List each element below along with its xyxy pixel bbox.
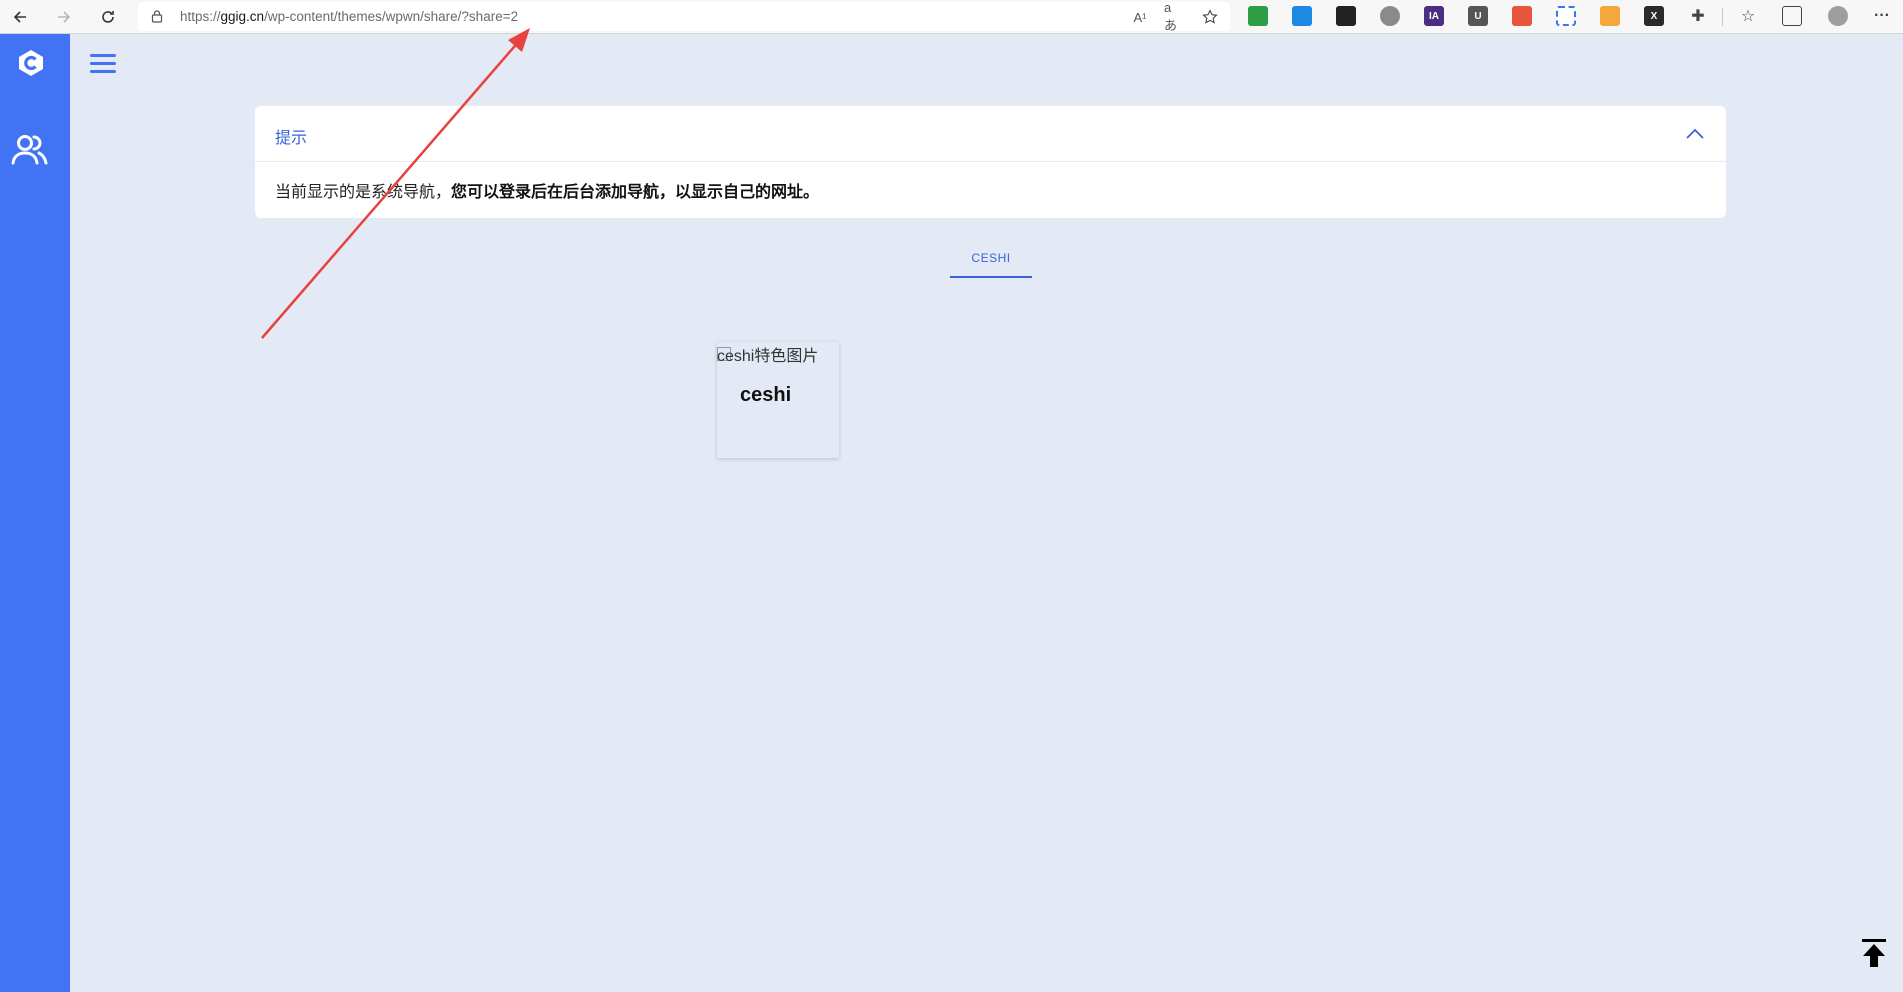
extension-3-icon[interactable] [1336, 6, 1356, 26]
card-title: ceshi [740, 384, 792, 406]
address-bar[interactable]: https://ggig.cn/wp-content/themes/wpwn/s… [138, 0, 1230, 33]
notice-header[interactable]: 提示 [255, 106, 1726, 162]
notice-panel: 提示 当前显示的是系统导航，您可以登录后在后台添加导航，以显示自己的网址。 [255, 106, 1726, 218]
tab-label: CESHI [971, 251, 1011, 265]
menu-line [90, 62, 116, 65]
favorites-icon[interactable]: ☆ [1738, 6, 1758, 26]
extensions-puzzle-icon[interactable]: ✚ [1688, 6, 1708, 26]
back-to-top-icon[interactable] [1861, 938, 1887, 968]
users-icon[interactable] [10, 130, 50, 170]
menu-line [90, 54, 116, 57]
arrow-left-icon [13, 11, 26, 23]
extension-8-icon[interactable] [1600, 6, 1620, 26]
collections-icon[interactable] [1782, 6, 1802, 26]
refresh-button[interactable] [94, 3, 122, 31]
favorite-add-icon[interactable] [1200, 7, 1220, 27]
more-menu-icon[interactable]: ··· [1872, 6, 1892, 26]
arrow-right-icon [58, 11, 71, 23]
extension-1-icon[interactable] [1248, 6, 1268, 26]
back-button[interactable] [6, 3, 34, 31]
url-scheme: https:// [180, 9, 221, 24]
menu-toggle-button[interactable] [90, 54, 116, 76]
url-host: ggig.cn [220, 9, 265, 24]
extension-x-icon[interactable]: X [1644, 6, 1664, 26]
menu-line [90, 70, 116, 73]
notice-body: 当前显示的是系统导航，您可以登录后在后台添加导航，以显示自己的网址。 [275, 178, 819, 202]
browser-toolbar: https://ggig.cn/wp-content/themes/wpwn/s… [0, 0, 1903, 34]
card-image: ceshi特色图片 [717, 342, 818, 366]
extension-2-icon[interactable] [1292, 6, 1312, 26]
extension-ia-icon[interactable]: IA [1424, 6, 1444, 26]
lock-icon [151, 10, 163, 23]
profile-avatar-icon[interactable] [1828, 6, 1848, 26]
left-sidebar [0, 34, 70, 992]
url-path: /wp-content/themes/wpwn/share/?share=2 [264, 9, 519, 24]
site-card[interactable]: ceshi特色图片 ceshi [717, 342, 839, 458]
notice-title: 提示 [275, 130, 308, 147]
extension-u-icon[interactable]: U [1468, 6, 1488, 26]
card-image-alt: ceshi特色图片 [717, 348, 819, 365]
read-aloud-icon[interactable]: A¹ [1130, 7, 1150, 27]
extension-7-icon[interactable] [1556, 6, 1576, 26]
url-text: https://ggig.cn/wp-content/themes/wpwn/s… [180, 9, 518, 24]
toolbar-separator [1722, 8, 1723, 26]
notice-text-bold: 您可以登录后在后台添加导航，以显示自己的网址。 [451, 184, 820, 201]
site-logo-icon[interactable] [16, 48, 46, 78]
tab-ceshi[interactable]: CESHI [950, 248, 1032, 278]
notice-text: 当前显示的是系统导航， [275, 184, 452, 201]
translate-icon[interactable]: aあ [1164, 0, 1184, 33]
chevron-up-icon[interactable] [1686, 128, 1704, 140]
extension-4-icon[interactable] [1380, 6, 1400, 26]
forward-button[interactable] [50, 3, 78, 31]
refresh-icon [102, 11, 114, 23]
extension-6-icon[interactable] [1512, 6, 1532, 26]
